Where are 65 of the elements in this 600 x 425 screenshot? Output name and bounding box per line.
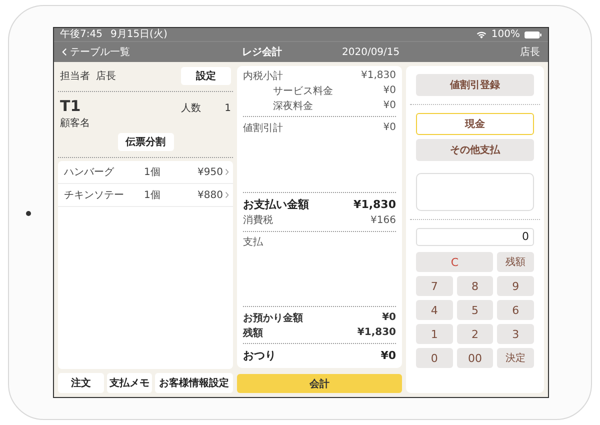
- customer-label: 顧客名: [59, 116, 91, 131]
- guests-label: 人数: [181, 102, 201, 115]
- keypad-key[interactable]: C: [416, 252, 494, 272]
- summary-label: サービス料金: [272, 84, 333, 98]
- back-link[interactable]: テーブル一覧: [62, 45, 242, 59]
- wifi-icon: [476, 30, 488, 38]
- summary-value: ¥0: [383, 122, 396, 133]
- summary-label: 消費税: [243, 214, 273, 227]
- status-date: 9月15日(火): [110, 30, 168, 40]
- amount-display: 0: [416, 228, 534, 246]
- keypad-key[interactable]: 2: [456, 324, 494, 344]
- table-number: T1: [60, 97, 81, 115]
- summary-value: ¥166: [370, 214, 396, 226]
- chevron-icon: [225, 168, 229, 176]
- summary-label: 残額: [243, 326, 263, 340]
- chevron-icon: [62, 48, 67, 56]
- keypad-key[interactable]: 6: [497, 300, 534, 320]
- keypad-key[interactable]: 残額: [497, 252, 534, 272]
- discount-button[interactable]: 値割引登録: [416, 74, 534, 96]
- keypad-key[interactable]: 決定: [497, 348, 534, 368]
- payment-method-button[interactable]: その他支払: [416, 139, 534, 161]
- summary-value: ¥1,830: [357, 327, 396, 338]
- guest-count: 1: [224, 103, 231, 114]
- order-item[interactable]: ハンバーグ 1個 ¥950: [58, 161, 233, 184]
- staff-name: 店長: [96, 70, 116, 83]
- keypad-key[interactable]: 8: [456, 276, 494, 296]
- action-button[interactable]: 支払メモ: [106, 373, 152, 393]
- summary-value: ¥0: [382, 312, 396, 323]
- summary-value: ¥0: [380, 349, 396, 362]
- order-item[interactable]: チキンソテー 1個 ¥880: [58, 184, 233, 207]
- keypad-key[interactable]: 5: [456, 300, 494, 320]
- keypad-key[interactable]: 4: [416, 300, 453, 320]
- summary-label: 支払: [243, 236, 263, 249]
- camera-dot: [26, 211, 31, 216]
- summary-value: ¥0: [383, 100, 396, 111]
- keypad-key[interactable]: 7: [416, 276, 453, 296]
- chevron-icon: [225, 191, 229, 199]
- summary-label: 内税小計: [243, 70, 283, 82]
- summary-value: ¥1,830: [354, 198, 396, 210]
- keypad-key[interactable]: 3: [497, 324, 534, 344]
- memo-field[interactable]: [416, 173, 534, 211]
- battery-percent: 100%: [491, 30, 520, 40]
- payment-method-button[interactable]: 現金: [416, 113, 534, 135]
- summary-label: おつり: [243, 348, 276, 363]
- keypad-key[interactable]: 00: [456, 348, 494, 368]
- keypad-key[interactable]: 0: [416, 348, 453, 368]
- summary-label: お支払い金額: [243, 196, 309, 212]
- split-bill-button[interactable]: 伝票分割: [118, 133, 174, 151]
- keypad-key[interactable]: 9: [497, 276, 534, 296]
- summary-value: ¥1,830: [361, 70, 396, 81]
- summary-label: お預かり金額: [243, 312, 303, 324]
- action-button[interactable]: お客様情報設定: [155, 373, 234, 393]
- settings-button[interactable]: 設定: [181, 67, 231, 85]
- status-time: 午後7:45: [60, 30, 102, 40]
- keypad-key[interactable]: 1: [416, 324, 453, 344]
- battery-icon: [524, 30, 542, 38]
- checkout-button[interactable]: 会計: [237, 374, 402, 393]
- action-button[interactable]: 注文: [58, 373, 104, 393]
- summary-label: 値割引計: [243, 122, 283, 134]
- summary-label: 深夜料金: [272, 100, 313, 112]
- user-name: 店長: [520, 46, 540, 59]
- nav-date: 2020/09/15: [342, 46, 401, 58]
- staff-label: 担当者: [60, 70, 90, 83]
- summary-value: ¥0: [383, 85, 396, 96]
- screen-title: レジ会計: [242, 46, 283, 59]
